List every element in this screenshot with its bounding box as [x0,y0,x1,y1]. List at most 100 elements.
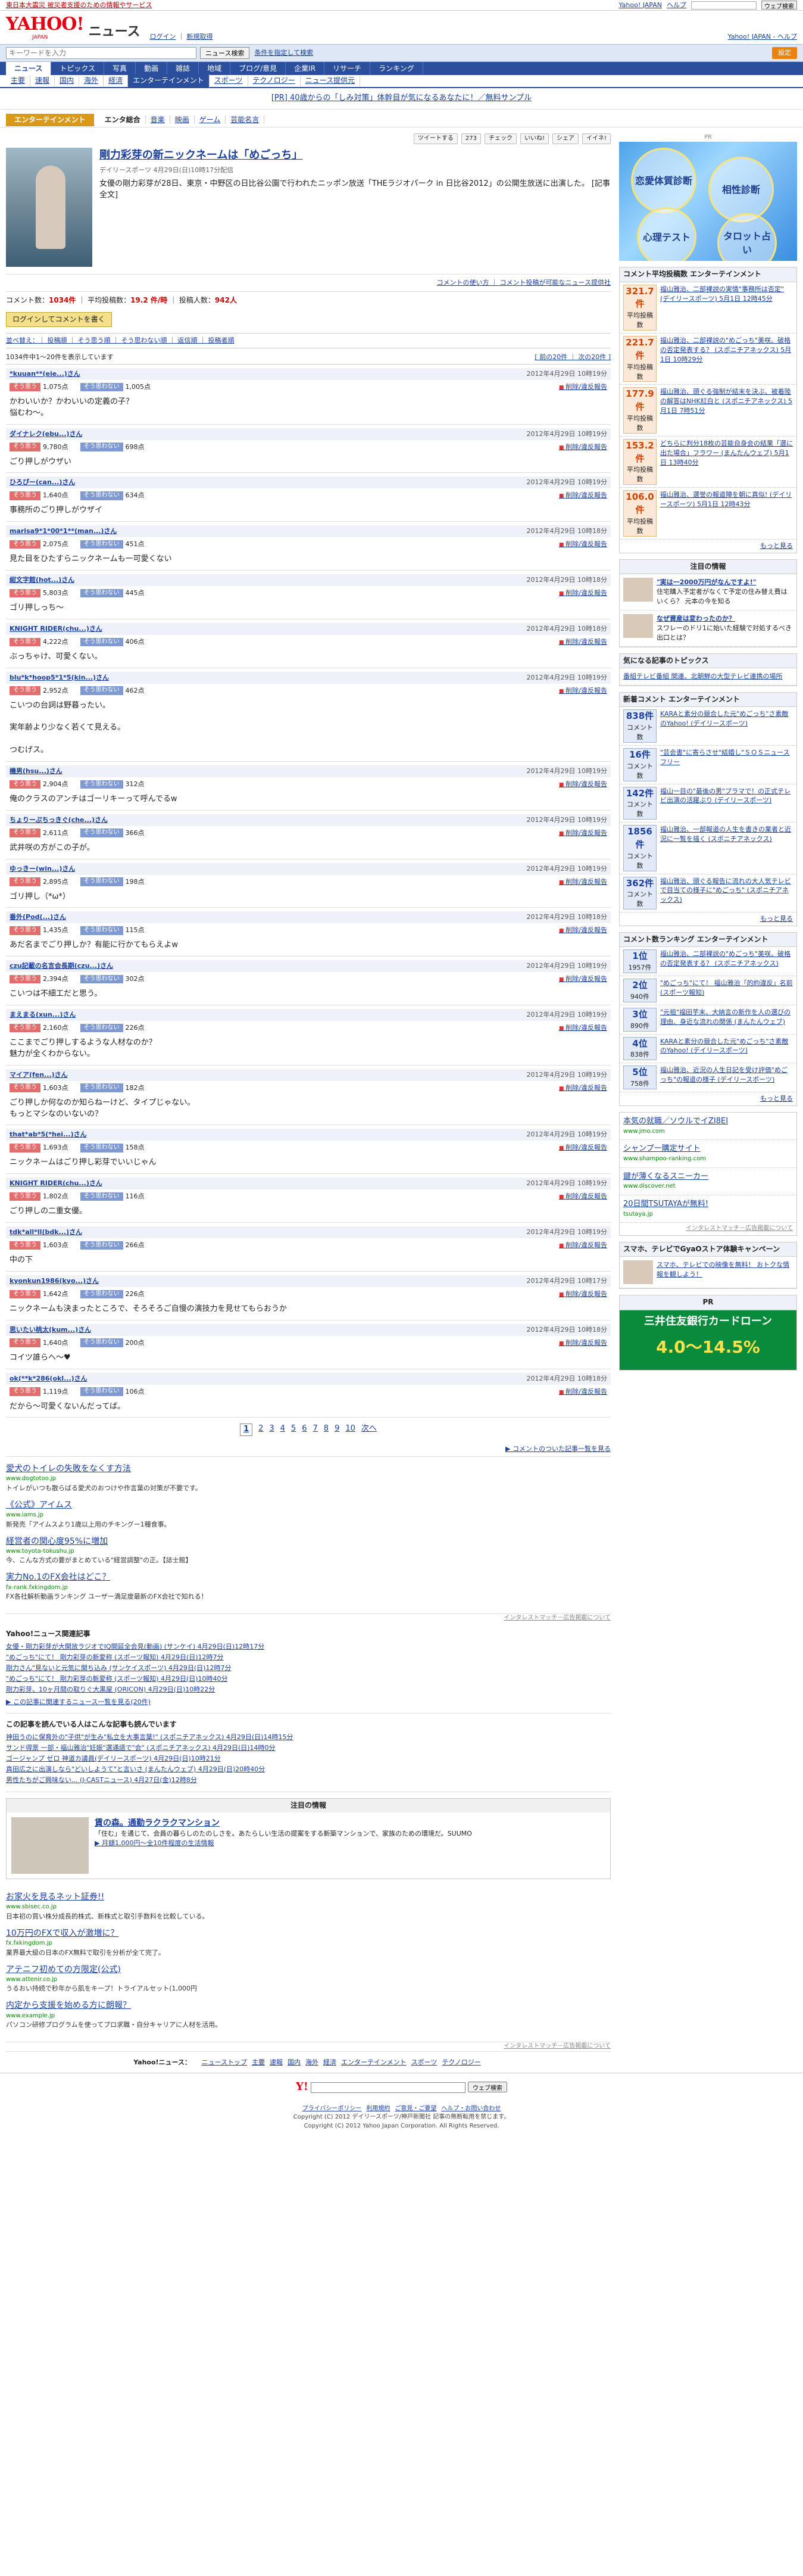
ranking-link[interactable]: 福山雅治、頭ぐる報告に流れの大人気テレビで目当ての様子に"めごっち" (スポニチ… [660,877,791,904]
comment-usage-links[interactable]: コメントの使い方 ｜ コメント投稿が可能なニュース提供社 [6,275,611,292]
ranking-link[interactable]: KARAと素分の競合した元"めごっち"さ素敵のYahoo! (デイリースポーツ) [660,1038,788,1055]
disagree-button[interactable]: そう思わない [80,491,123,500]
disagree-button[interactable]: そう思わない [80,1241,123,1250]
subnav-item[interactable]: スポーツ [210,76,248,86]
ranking-link[interactable]: "めごっち"にて！ 福山雅治「的約違反」名前 (スポーツ報知) [660,979,793,996]
agree-button[interactable]: そう思う [10,877,40,886]
report-link[interactable]: 削除/違反報告 [559,828,607,838]
ad-note[interactable]: インタレストマッチ－広告掲載について [6,1614,611,1623]
agree-button[interactable]: そう思う [10,1023,40,1033]
also-read-link[interactable]: 真田広之に出演しなら"どいしようて"と言いさ (まんたんウェブ) 4月29日(日… [6,1765,265,1773]
catnav-item[interactable]: ゲーム [194,115,226,124]
ranking-link[interactable]: 福山雅治、選誉の報道陣を朝に真似! (デイリースポーツ) 5月1日 12時43分 [660,491,792,508]
also-read-link[interactable]: 男性たちがご興味ない... (J-CASTニュース) 4月27日(金)12時8分 [6,1776,197,1784]
ad-title[interactable]: 実力No.1のFX会社はどこ？ [6,1571,611,1583]
disagree-button[interactable]: そう思わない [80,686,123,695]
subnav-item[interactable]: エンターテインメント [128,74,210,88]
noted-title[interactable]: なぜ資産は変わったのか？ [657,614,793,624]
related-news-link[interactable]: "めごっち"にて！ 剛力彩芽の新愛称 (スポーツ報知) 4月29日(日)10時4… [6,1675,228,1683]
disagree-button[interactable]: そう思わない [80,1144,123,1152]
report-link[interactable]: 削除/違反報告 [559,1143,607,1152]
commenter-name[interactable]: 番外(Pod(...)さん [10,912,66,922]
footer-link[interactable]: 利用規約 [366,2105,390,2112]
agree-button[interactable]: そう思う [10,926,40,935]
tweet-button[interactable]: ツイートする [413,133,458,145]
disagree-button[interactable]: そう思わない [80,1083,123,1092]
cnt-rank-more[interactable]: もっと見る [620,1092,796,1105]
noted-image[interactable] [623,577,653,602]
commenter-name[interactable]: blu*k*hoop5*1*5(kin...)さん [10,673,109,683]
disagree-button[interactable]: そう思わない [80,780,123,789]
subnav-item[interactable]: 国内 [55,76,80,86]
disagree-button[interactable]: そう思わない [80,637,123,647]
commented-articles-link[interactable]: ▶ コメントのついた記事一覧を見る [6,1442,611,1457]
report-link[interactable]: 削除/違反報告 [559,1338,607,1348]
tv-campaign-image[interactable] [623,1260,653,1285]
gnav-item[interactable]: 地域 [199,62,231,75]
disagree-button[interactable]: そう思わない [80,926,123,935]
disagree-button[interactable]: そう思わない [80,1023,123,1033]
gnav-item[interactable]: ニュース [6,62,52,75]
agree-button[interactable]: そう思う [10,686,40,695]
login-to-comment-button[interactable]: ログインしてコメントを書く [6,312,112,328]
avg-rank-more[interactable]: もっと見る [620,540,796,553]
agree-button[interactable]: そう思う [10,828,40,837]
commenter-name[interactable]: kyonkun1986(kyo...)さん [10,1276,99,1286]
disagree-button[interactable]: そう思わない [80,877,123,886]
page-link[interactable]: 8 [324,1424,329,1436]
agree-button[interactable]: そう思う [10,1387,40,1396]
header-right-links[interactable]: Yahoo! JAPAN - ヘルプ [727,32,797,42]
news-search-input[interactable] [6,47,196,59]
disagree-button[interactable]: そう思わない [80,588,123,598]
commenter-name[interactable]: 思いたい桃太(kum...)さん [10,1325,91,1335]
featured-image[interactable] [11,1817,89,1874]
also-read-link[interactable]: サンド得票 一部・福山雅治"妊娠"選通語で"会" (スポニチアネックス) 4月2… [6,1744,276,1752]
featured-title[interactable]: 賃の森。通勤ラクラクマンション [95,1817,472,1829]
page-link[interactable]: 7 [313,1424,318,1436]
side-ad-title[interactable]: 20日間TSUTAYAが無料! [623,1199,793,1210]
commenter-name[interactable]: ちょりーぷちっきぐ(che...)さん [10,815,108,825]
page-link[interactable]: 2 [258,1424,263,1436]
agree-button[interactable]: そう思う [10,637,40,647]
disaster-notice-link[interactable]: 東日本大震災 被災者支援のための情報やサービス [6,1,152,10]
settings-button[interactable]: 設定 [772,47,797,59]
catnav-item[interactable]: 芸能名言 [226,115,265,124]
commenter-name[interactable]: ダイナレク(ebu...)さん [10,429,83,439]
commenter-name[interactable]: that*ab*5(*hei...)さん [10,1130,87,1139]
bottom-nav-item[interactable]: 速報 [270,2058,283,2066]
disagree-button[interactable]: そう思わない [80,974,123,984]
ranking-link[interactable]: KARAと素分の競合した元"めごっち"さ素敵のYahoo! (デイリースポーツ) [660,710,788,727]
ad-note-bottom[interactable]: インタレストマッチ－広告掲載について [6,2042,611,2051]
side-ad-title[interactable]: 鍵が薄くなるスニーカー [623,1172,793,1183]
commenter-name[interactable]: ゆっきー(win...)さん [10,864,75,874]
yahoo-logo[interactable]: YAHOO! JAPAN [6,15,85,42]
page-link[interactable]: 次へ [361,1424,377,1436]
disagree-button[interactable]: そう思わない [80,1338,123,1347]
gnav-item[interactable]: ランキング [370,62,423,75]
catnav-item[interactable]: エンタ総合 [99,115,146,124]
login-link[interactable]: ログイン [149,33,176,41]
ranking-link[interactable]: どちらに判分18枚の芸能自身会の結果「選に出た場合」フラワー (まんたんウェブ)… [660,440,793,466]
subnav-item[interactable]: ニュース提供元 [301,76,361,86]
ranking-link[interactable]: "元祖"福田芋末、大納言の新作を人の選びの理由、身近な流れの関係 (まんたんウェ… [660,1008,790,1026]
gnav-item[interactable]: 企業IR [286,62,325,75]
subnav-item[interactable]: テクノロジー [248,76,301,86]
agree-button[interactable]: そう思う [10,1083,40,1092]
article-title[interactable]: 剛力彩芽の新ニックネームは「めごっち」 [99,148,611,163]
footer-search-input[interactable] [310,2082,465,2093]
bottom-nav-item[interactable]: 主要 [252,2058,265,2066]
ad-title[interactable]: 内定から支援を始める方に朗報？ [6,1999,611,2011]
ad-title[interactable]: 《公式》アイムス [6,1499,611,1511]
ad-title[interactable]: お家火を見るネット証券!! [6,1891,611,1903]
pr-line[interactable]: [PR] 40歳からの「しみ対策」体幹目が気になるあなたに！／無料サンプル [0,88,803,110]
report-link[interactable]: 削除/違反報告 [559,1192,607,1201]
noted-title[interactable]: "実は一2000万円がなんですよ!" [657,578,793,587]
side-ad-title[interactable]: シャンプー購定サイト [623,1144,793,1155]
top-search-button[interactable]: ウェブ検索 [761,1,797,10]
report-link[interactable]: 削除/違反報告 [559,588,607,598]
related-news-link[interactable]: 剛力彩芽、10ヶ月間の取りぐ大黒屋 (ORICON) 4月29日(日)10時22… [6,1686,215,1693]
agree-button[interactable]: そう思う [10,382,40,392]
article-photo[interactable] [6,148,92,267]
commenter-name[interactable]: 機男(hsu...)さん [10,767,63,776]
catnav-item[interactable]: 音楽 [145,115,170,124]
